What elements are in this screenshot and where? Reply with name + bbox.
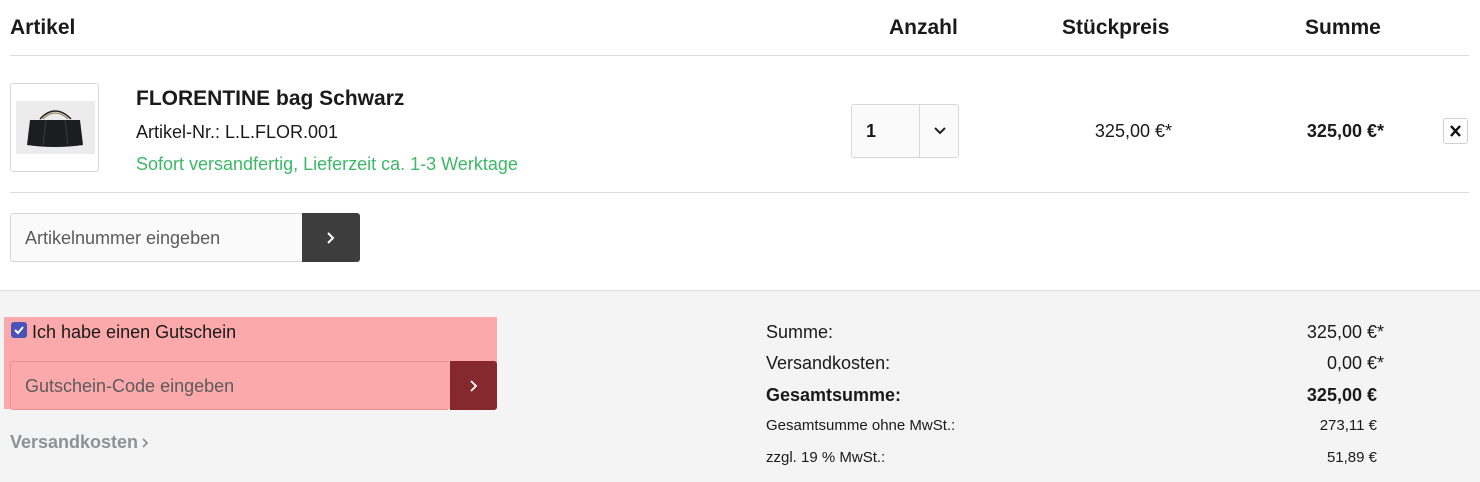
- summary-net-total-label: Gesamtsumme ohne MwSt.:: [766, 417, 956, 434]
- bag-icon: [27, 110, 83, 147]
- article-number-placeholder: Artikelnummer eingeben: [25, 228, 221, 248]
- article-number-input[interactable]: Artikelnummer eingeben: [10, 213, 302, 262]
- coupon-code-placeholder: Gutschein-Code eingeben: [25, 376, 235, 396]
- remove-item-button[interactable]: [1443, 118, 1468, 144]
- summary-subtotal-label: Summe:: [766, 322, 834, 342]
- summary-grand-total-label: Gesamtsumme:: [766, 385, 902, 405]
- chevron-right-icon: [142, 438, 149, 448]
- summary-vat-label: zzgl. 19 % MwSt.:: [766, 449, 886, 466]
- column-header-stueckpreis: Stückpreis: [1062, 16, 1170, 39]
- checkmark-icon: [14, 326, 24, 335]
- summary-vat-value: 51,89 €: [1326, 449, 1377, 466]
- shipping-costs-link[interactable]: Versandkosten: [10, 430, 149, 454]
- shipping-costs-link-label: Versandkosten: [10, 432, 139, 452]
- column-header-summe: Summe: [1305, 16, 1381, 39]
- coupon-checkbox-label[interactable]: Ich habe einen Gutschein: [32, 320, 236, 344]
- chevron-right-icon: [327, 232, 335, 244]
- close-icon: [1450, 125, 1461, 137]
- coupon-checkbox[interactable]: [11, 322, 27, 338]
- add-article-button[interactable]: [302, 213, 360, 262]
- product-name[interactable]: FLORENTINE bag Schwarz: [136, 86, 404, 112]
- product-thumbnail[interactable]: [10, 83, 99, 172]
- chevron-down-icon[interactable]: [932, 123, 948, 139]
- row-divider: [10, 192, 1469, 193]
- quantity-value: 1: [866, 121, 877, 141]
- summary-shipping-label: Versandkosten:: [766, 353, 891, 373]
- chevron-right-icon: [470, 380, 478, 392]
- header-divider: [10, 55, 1469, 56]
- product-article-number: Artikel-Nr.: L.L.FLOR.001: [136, 122, 339, 142]
- delivery-status: Sofort versandfertig, Lieferzeit ca. 1-3…: [136, 154, 518, 174]
- apply-coupon-button[interactable]: [450, 361, 497, 410]
- column-header-anzahl: Anzahl: [889, 16, 958, 39]
- coupon-code-input[interactable]: Gutschein-Code eingeben: [10, 361, 448, 410]
- quantity-select[interactable]: 1: [851, 104, 959, 158]
- summary-subtotal-value: 325,00 €*: [1306, 322, 1384, 342]
- unit-price: 325,00 €*: [1094, 121, 1172, 141]
- column-header-artikel: Artikel: [10, 16, 76, 39]
- summary-grand-total-value: 325,00 €: [1306, 385, 1377, 405]
- line-total: 325,00 €*: [1306, 121, 1384, 141]
- product-image: [16, 101, 95, 154]
- quantity-separator: [919, 105, 920, 157]
- summary-net-total-value: 273,11 €: [1319, 417, 1377, 434]
- summary-shipping-value: 0,00 €*: [1326, 353, 1384, 373]
